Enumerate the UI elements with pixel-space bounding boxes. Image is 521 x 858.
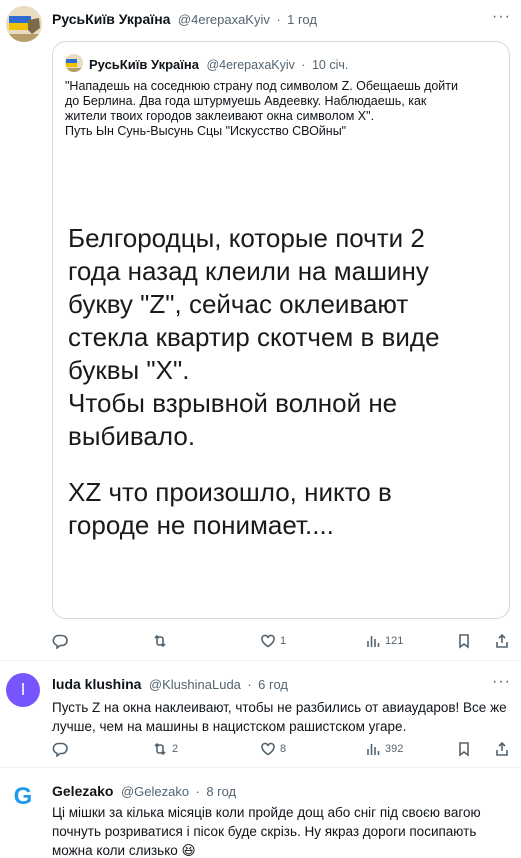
- timestamp[interactable]: 8 год: [206, 784, 236, 799]
- author-name[interactable]: РусьКиїв Україна: [52, 11, 170, 27]
- like-count: 1: [280, 635, 287, 647]
- quoted-tweet-card[interactable]: РусьКиїв Україна @4erepaxaKyiv · 10 січ.…: [52, 41, 510, 619]
- tweet-text: Пусть Z на окна наклеивают, чтобы не раз…: [52, 698, 507, 736]
- views-button[interactable]: 392: [365, 740, 403, 758]
- quoted-timestamp: 10 січ.: [311, 58, 349, 72]
- tweet-text-line: Ці мішки за кілька місяців коли пройде д…: [52, 805, 481, 820]
- retweet-button[interactable]: [152, 632, 172, 650]
- separator-dot: ·: [195, 784, 200, 799]
- separator-dot: ·: [301, 58, 306, 72]
- reply-icon: [52, 634, 68, 649]
- avatar[interactable]: [6, 6, 42, 42]
- bookmark-button[interactable]: [456, 632, 472, 650]
- tweet-text-line: можна коли слизько 😆: [52, 843, 196, 858]
- share-icon: [496, 741, 508, 756]
- image-text-paragraph-2: XZ что произошло, никто в городе не пони…: [68, 477, 392, 540]
- retweet-icon: [154, 634, 166, 648]
- share-icon: [496, 633, 508, 648]
- tweet-text-line: почнуть розриватися і пісок буде скрізь.…: [52, 824, 477, 839]
- retweet-icon: [154, 742, 166, 756]
- like-count: 8: [280, 743, 287, 755]
- bookmark-icon: [459, 742, 469, 757]
- quoted-text-line: до Берлина. Два года штурмуешь Авдеевку.…: [65, 94, 427, 108]
- action-bar: 2 8 392: [52, 740, 510, 758]
- heart-icon: [261, 742, 275, 756]
- ukraine-flag-avatar-image: [65, 54, 83, 72]
- views-count: 121: [385, 635, 404, 647]
- avatar-letter: l: [21, 680, 25, 699]
- quoted-avatar: [65, 54, 83, 72]
- author-name[interactable]: Gelezako: [52, 783, 113, 799]
- views-count: 392: [385, 743, 404, 755]
- views-icon: [367, 744, 380, 755]
- tweet-text-line: Пусть Z на окна наклеивают, чтобы не раз…: [52, 700, 507, 715]
- tweet-text-line: лучше, чем на машины в нацистском рашист…: [52, 719, 407, 734]
- share-button[interactable]: [494, 740, 510, 758]
- separator-dot: ·: [247, 677, 252, 692]
- author-handle[interactable]: @KlushinaLuda: [149, 677, 241, 692]
- quoted-author-handle: @4erepaxaKyiv: [206, 58, 295, 72]
- reply-button[interactable]: [52, 632, 72, 650]
- more-options-icon[interactable]: ···: [492, 673, 511, 691]
- action-bar: 1 121: [52, 632, 510, 650]
- retweet-count: 2: [172, 743, 179, 755]
- like-button[interactable]: 8: [260, 740, 286, 758]
- avatar-letter: G: [13, 783, 33, 810]
- tweet-reply[interactable]: l luda klushina @KlushinaLuda · 6 год ··…: [0, 661, 521, 767]
- quoted-text-line: жители твоих городов заклеивают окна сим…: [65, 109, 375, 123]
- quoted-text-line: Путь Ын Сунь-Высунь Сцы "Искусство СВОйн…: [65, 124, 347, 138]
- timestamp[interactable]: 6 год: [258, 677, 288, 692]
- more-options-icon[interactable]: ···: [492, 8, 511, 26]
- bookmark-button[interactable]: [456, 740, 472, 758]
- ukraine-flag-avatar-image: [6, 6, 42, 42]
- timestamp[interactable]: 1 год: [287, 12, 317, 27]
- views-button[interactable]: 121: [365, 632, 403, 650]
- quoted-tweet-text: "Нападешь на соседнюю страну под символо…: [65, 79, 500, 139]
- share-button[interactable]: [494, 632, 510, 650]
- avatar[interactable]: l: [6, 673, 40, 707]
- image-text-paragraph-1: Белгородцы, которые почти 2 года назад к…: [68, 223, 440, 451]
- separator-dot: ·: [276, 12, 281, 27]
- quoted-author-name: РусьКиїв Україна: [89, 57, 199, 72]
- author-handle[interactable]: @Gelezako: [121, 784, 189, 799]
- views-icon: [367, 636, 380, 647]
- quoted-image[interactable]: Белгородцы, которые почти 2 года назад к…: [68, 222, 498, 542]
- tweet-reply[interactable]: G Gelezako @Gelezako · 8 год Ці мішки за…: [0, 768, 521, 858]
- author-handle[interactable]: @4erepaxaKyiv: [178, 12, 270, 27]
- quoted-text-line: "Нападешь на соседнюю страну под символо…: [65, 79, 458, 93]
- bookmark-icon: [459, 634, 469, 649]
- like-button[interactable]: 1: [260, 632, 286, 650]
- reply-button[interactable]: [52, 740, 72, 758]
- tweet-main[interactable]: РусьКиїв Україна @4erepaxaKyiv · 1 год ·…: [0, 0, 521, 660]
- retweet-button[interactable]: 2: [152, 740, 178, 758]
- author-name[interactable]: luda klushina: [52, 676, 141, 692]
- tweet-text: Ці мішки за кілька місяців коли пройде д…: [52, 803, 481, 858]
- avatar[interactable]: G: [6, 780, 40, 814]
- reply-icon: [52, 742, 68, 757]
- heart-icon: [261, 634, 275, 648]
